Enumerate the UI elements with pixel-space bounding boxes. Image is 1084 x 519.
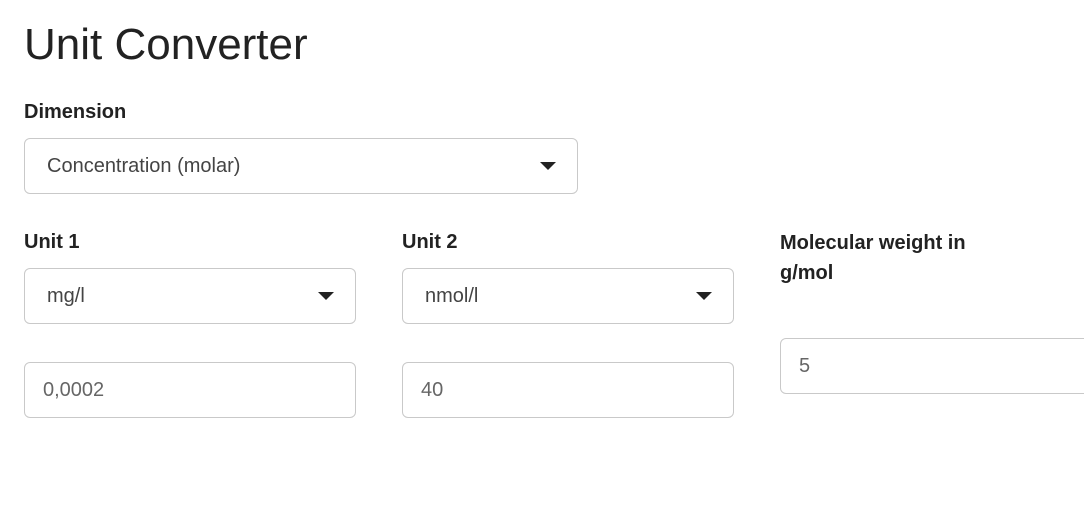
unit2-column: Unit 2 nmol/l	[402, 228, 734, 418]
unit1-value: mg/l	[47, 285, 85, 308]
unit2-select[interactable]: nmol/l	[402, 268, 734, 324]
chevron-down-icon	[317, 291, 335, 301]
molecular-weight-column: Molecular weight in g/mol	[780, 228, 1084, 394]
unit2-label: Unit 2	[402, 228, 734, 256]
chevron-down-icon	[695, 291, 713, 301]
chevron-down-icon	[539, 161, 557, 171]
dimension-select[interactable]: Concentration (molar)	[24, 138, 578, 194]
dimension-value: Concentration (molar)	[47, 155, 240, 178]
unit1-column: Unit 1 mg/l	[24, 228, 356, 418]
unit1-label: Unit 1	[24, 228, 356, 256]
page-title: Unit Converter	[24, 20, 1060, 70]
unit1-input[interactable]	[24, 362, 356, 418]
molecular-weight-label: Molecular weight in g/mol	[780, 228, 990, 288]
dimension-label: Dimension	[24, 98, 1060, 126]
unit2-input[interactable]	[402, 362, 734, 418]
molecular-weight-input[interactable]	[780, 338, 1084, 394]
unit1-select[interactable]: mg/l	[24, 268, 356, 324]
unit2-value: nmol/l	[425, 285, 478, 308]
